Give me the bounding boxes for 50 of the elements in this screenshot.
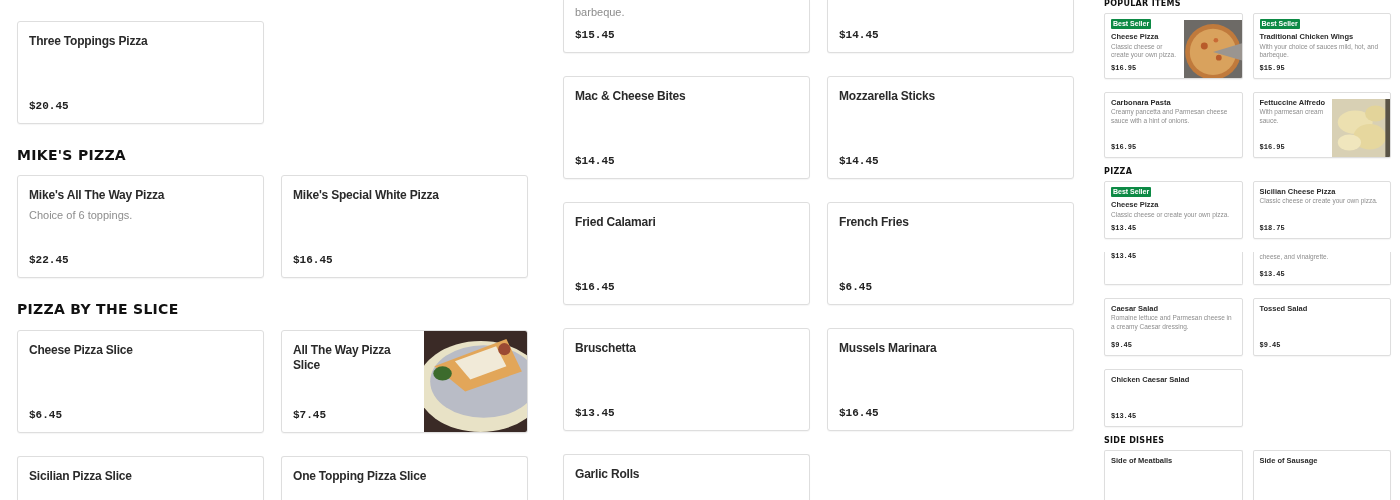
item-description: Choice of 6 toppings. xyxy=(29,208,133,224)
item-name: French Fries xyxy=(839,215,909,230)
menu-item-card[interactable]: Mike's Special White Pizza $16.45 xyxy=(281,175,528,279)
item-price: $6.45 xyxy=(29,407,62,421)
item-name: Three Toppings Pizza xyxy=(29,34,148,49)
menu-item-card[interactable]: Three Toppings Pizza $20.45 xyxy=(17,21,264,124)
item-price: $22.45 xyxy=(29,253,69,267)
item-price: $15.45 xyxy=(575,28,615,41)
menu-item-card[interactable]: Mac & Cheese Bites $14.45 xyxy=(563,76,810,179)
item-name: Mike's All The Way Pizza xyxy=(29,188,165,204)
menu-item-card[interactable]: Mike's All The Way Pizza Choice of 6 toppings. $22.45 xyxy=(17,175,264,279)
menu-item-card[interactable]: Mozzarella Sticks $14.45 xyxy=(827,76,1074,179)
section-heading: MIKE'S PIZZA xyxy=(17,148,126,164)
item-name: Cheese Pizza Slice xyxy=(29,342,133,358)
section-heading: SIDE DISHES xyxy=(1104,436,1165,446)
item-price: $16.45 xyxy=(839,406,879,419)
section-heading: PIZZA BY THE SLICE xyxy=(17,302,179,318)
item-price: $13.45 xyxy=(575,406,615,419)
item-name: One Topping Pizza Slice xyxy=(293,468,427,484)
item-name: Sicilian Pizza Slice xyxy=(29,468,132,484)
item-price: $20.45 xyxy=(29,99,69,112)
menu-item-card[interactable]: Mussels Marinara $16.45 xyxy=(827,328,1074,431)
menu-item-card[interactable]: Bruschetta $13.45 xyxy=(563,328,810,431)
item-price: $16.45 xyxy=(575,280,615,293)
item-price: $16.45 xyxy=(293,253,333,267)
menu-item-card[interactable]: Sicilian Pizza Slice xyxy=(17,455,264,500)
item-price: $6.45 xyxy=(839,280,872,293)
item-name: All The Way Pizza Slice xyxy=(293,342,392,373)
menu-item-card[interactable]: Cheese Pizza Slice $6.45 xyxy=(17,329,264,433)
menu-item-card[interactable]: $14.45 xyxy=(827,0,1074,53)
menu-item-card[interactable]: One Topping Pizza Slice xyxy=(281,455,528,500)
menu-item-card[interactable]: All The Way Pizza Slice $7.45 xyxy=(281,329,528,433)
item-price: $14.45 xyxy=(575,154,615,167)
menu-item-card[interactable]: Garlic Rolls xyxy=(563,454,810,500)
menu-item-card[interactable]: barbeque. $15.45 xyxy=(563,0,810,53)
menu-item-card[interactable]: French Fries $6.45 xyxy=(827,202,1074,305)
item-price: $14.45 xyxy=(839,28,879,41)
item-price: $7.45 xyxy=(293,407,326,421)
item-name: Mozzarella Sticks xyxy=(839,89,935,104)
menu-item-card[interactable]: Fried Calamari $16.45 xyxy=(563,202,810,305)
item-name: Garlic Rolls xyxy=(575,467,640,482)
item-name: Mussels Marinara xyxy=(839,341,937,356)
item-name: Bruschetta xyxy=(575,341,636,356)
item-name: Fried Calamari xyxy=(575,215,656,230)
item-price: $14.45 xyxy=(839,154,879,167)
item-name: Mike's Special White Pizza xyxy=(293,188,439,204)
section-heading: PIZZA xyxy=(1104,168,1133,177)
item-name: Mac & Cheese Bites xyxy=(575,89,686,104)
item-description: barbeque. xyxy=(575,5,625,20)
section-heading: POPULAR ITEMS xyxy=(1104,0,1181,9)
